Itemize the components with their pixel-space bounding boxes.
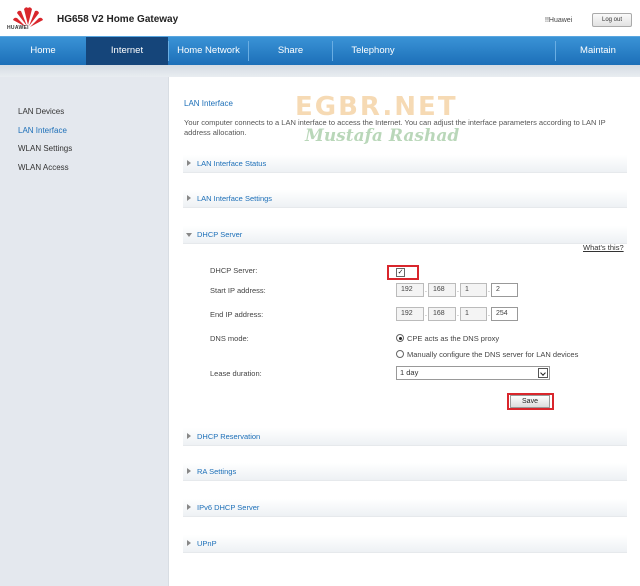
watermark-line-1: EGBR.NET [295, 92, 458, 122]
dns-manual-radio[interactable] [396, 350, 404, 358]
end-ip-octet-3: 1 [460, 307, 487, 321]
sidebar-item-wlan-settings[interactable]: WLAN Settings [18, 144, 72, 153]
section-label: UPnP [197, 539, 217, 548]
sidebar: LAN Devices LAN Interface WLAN Settings … [0, 77, 168, 586]
section-label: DHCP Server [197, 230, 243, 239]
lease-duration-select[interactable]: 1 day [396, 366, 550, 380]
whats-this-link[interactable]: What's this? [583, 243, 624, 252]
nav-home[interactable]: Home [0, 37, 86, 65]
section-upnp[interactable]: UPnP [183, 535, 627, 553]
ip-dot: . [488, 311, 490, 318]
sidebar-item-lan-interface[interactable]: LAN Interface [18, 126, 67, 135]
user-name: !!Huawei [545, 17, 573, 24]
section-lan-interface-settings[interactable]: LAN Interface Settings [183, 190, 627, 208]
start-ip-octet-1: 192 [396, 283, 424, 297]
lease-duration-label: Lease duration: [210, 369, 262, 378]
ip-dot: . [425, 287, 427, 294]
chevron-right-icon [187, 504, 191, 510]
sidebar-item-lan-devices[interactable]: LAN Devices [18, 107, 64, 116]
chevron-right-icon [187, 433, 191, 439]
section-label: RA Settings [197, 467, 237, 476]
chevron-down-icon [186, 233, 192, 237]
section-ra-settings[interactable]: RA Settings [183, 463, 627, 481]
dhcp-server-label: DHCP Server: [210, 266, 258, 275]
dns-mode-label: DNS mode: [210, 334, 249, 343]
section-dhcp-server[interactable]: DHCP Server [183, 226, 627, 244]
ip-dot: . [425, 311, 427, 318]
logout-button[interactable]: Log out [592, 13, 632, 27]
ip-dot: . [457, 287, 459, 294]
start-ip-octet-4-input[interactable]: 2 [491, 283, 518, 297]
page-title: LAN Interface [184, 99, 233, 108]
chevron-down-icon [538, 368, 548, 378]
header: HUAWEI HG658 V2 Home Gateway !!Huawei Lo… [0, 0, 640, 36]
ip-dot: . [457, 311, 459, 318]
nav-internet[interactable]: Internet [86, 37, 168, 65]
app-title: HG658 V2 Home Gateway [57, 14, 179, 25]
section-label: DHCP Reservation [197, 432, 261, 441]
section-label: LAN Interface Status [197, 159, 267, 168]
nav-share[interactable]: Share [249, 37, 332, 65]
nav-shadow [0, 65, 640, 77]
chevron-right-icon [187, 540, 191, 546]
section-label: IPv6 DHCP Server [197, 503, 260, 512]
end-ip-octet-4-input[interactable]: 254 [491, 307, 518, 321]
start-ip-label: Start IP address: [210, 286, 266, 295]
section-dhcp-reservation[interactable]: DHCP Reservation [183, 428, 627, 446]
lease-duration-value: 1 day [400, 368, 419, 377]
ip-dot: . [488, 287, 490, 294]
save-button[interactable]: Save [510, 395, 550, 408]
section-ipv6-dhcp-server[interactable]: IPv6 DHCP Server [183, 499, 627, 517]
end-ip-octet-2: 168 [428, 307, 456, 321]
sidebar-item-wlan-access[interactable]: WLAN Access [18, 163, 69, 172]
chevron-right-icon [187, 195, 191, 201]
chevron-right-icon [187, 468, 191, 474]
section-label: LAN Interface Settings [197, 194, 273, 203]
dhcp-server-checkbox[interactable]: ✓ [396, 268, 405, 277]
nav-maintain[interactable]: Maintain [556, 37, 640, 65]
nav-telephony[interactable]: Telephony [333, 37, 413, 65]
end-ip-octet-1: 192 [396, 307, 424, 321]
nav-home-network[interactable]: Home Network [169, 37, 248, 65]
dns-proxy-label: CPE acts as the DNS proxy [407, 334, 500, 343]
main-nav: Home Internet Home Network Share Telepho… [0, 36, 640, 65]
chevron-right-icon [187, 160, 191, 166]
start-ip-octet-2: 168 [428, 283, 456, 297]
watermark: EGBR.NET Mustafa Rashad [295, 92, 505, 162]
dns-proxy-radio[interactable] [396, 334, 404, 342]
end-ip-label: End IP address: [210, 310, 264, 319]
start-ip-octet-3: 1 [460, 283, 487, 297]
brand-label: HUAWEI [7, 25, 29, 31]
watermark-line-2: Mustafa Rashad [305, 126, 460, 146]
dns-manual-label: Manually configure the DNS server for LA… [407, 350, 579, 359]
